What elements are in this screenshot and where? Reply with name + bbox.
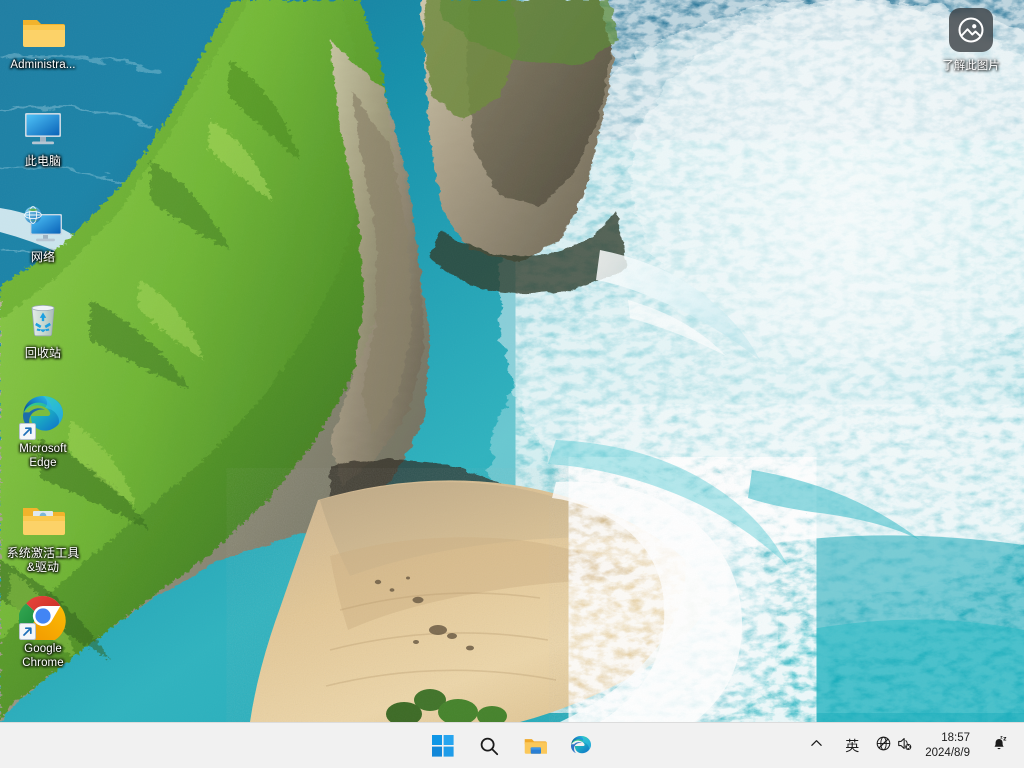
network-icon [19,200,67,248]
edge-icon [569,734,593,758]
system-tray[interactable]: 英 18:57 2024/8/9 z z [797,723,1020,768]
desktop[interactable]: 了解此图片 Administra... 此电脑 网络 回收站 Microsoft… [0,0,1024,768]
start-button[interactable] [421,726,465,766]
ime-label: 英 [845,738,860,755]
clock-date: 2024/8/9 [925,746,970,759]
computer-icon [19,104,67,152]
desktop-icon-label: 回收站 [24,346,62,360]
edge-taskbar-button[interactable] [559,726,603,766]
desktop-icon-label: 此电脑 [24,154,62,168]
taskbar-center-group[interactable] [421,723,603,768]
recycle-bin-icon [19,296,67,344]
globe-no-internet-icon[interactable] [875,735,892,757]
folder-tools-icon [19,496,67,544]
learn-about-picture-caption: 了解此图片 [942,60,1000,72]
picture-icon[interactable] [949,8,993,52]
desktop-icon-activation-tools[interactable]: 系统激活工具&驱动 [4,496,82,574]
file-explorer-button[interactable] [513,726,557,766]
desktop-icon-network[interactable]: 网络 [4,200,82,265]
tray-status-icons[interactable] [869,726,919,766]
desktop-icon-this-pc[interactable]: 此电脑 [4,104,82,169]
taskbar[interactable]: 英 18:57 2024/8/9 z z [0,722,1024,768]
desktop-icon-label: 系统激活工具&驱动 [6,546,80,574]
notifications-button[interactable]: z z [978,726,1020,766]
clock-button[interactable]: 18:57 2024/8/9 [919,726,978,766]
search-button[interactable] [467,726,511,766]
speaker-muted-icon[interactable] [896,735,913,757]
desktop-icon-administrator-folder[interactable]: Administra... [4,8,82,73]
file-explorer-icon [523,734,547,758]
desktop-icon-microsoft-edge[interactable]: Microsoft Edge [4,392,82,470]
desktop-icon-label: Google Chrome [22,643,64,669]
chrome-icon [19,592,67,640]
ime-indicator[interactable]: 英 [835,726,869,766]
search-icon [478,735,500,757]
edge-icon [19,392,67,440]
learn-about-picture-widget[interactable]: 了解此图片 [928,8,1014,73]
desktop-icon-layer[interactable]: Administra... 此电脑 网络 回收站 Microsoft Edge … [0,0,1024,722]
desktop-icon-label: 网络 [30,250,56,264]
shortcut-arrow-icon [19,423,36,440]
folder-icon [19,8,67,56]
shortcut-arrow-icon [19,623,36,640]
desktop-icon-google-chrome[interactable]: Google Chrome [4,592,82,670]
show-hidden-icons-button[interactable] [797,726,835,766]
bell-dnd-icon: z z [990,734,1008,757]
svg-text:z: z [1003,737,1007,743]
windows-logo-icon [432,734,454,757]
desktop-icon-recycle-bin[interactable]: 回收站 [4,296,82,361]
desktop-icon-label: Administra... [10,59,76,71]
desktop-icon-label: Microsoft Edge [19,443,67,469]
clock-time: 18:57 [941,731,970,744]
chevron-up-icon [810,737,823,755]
